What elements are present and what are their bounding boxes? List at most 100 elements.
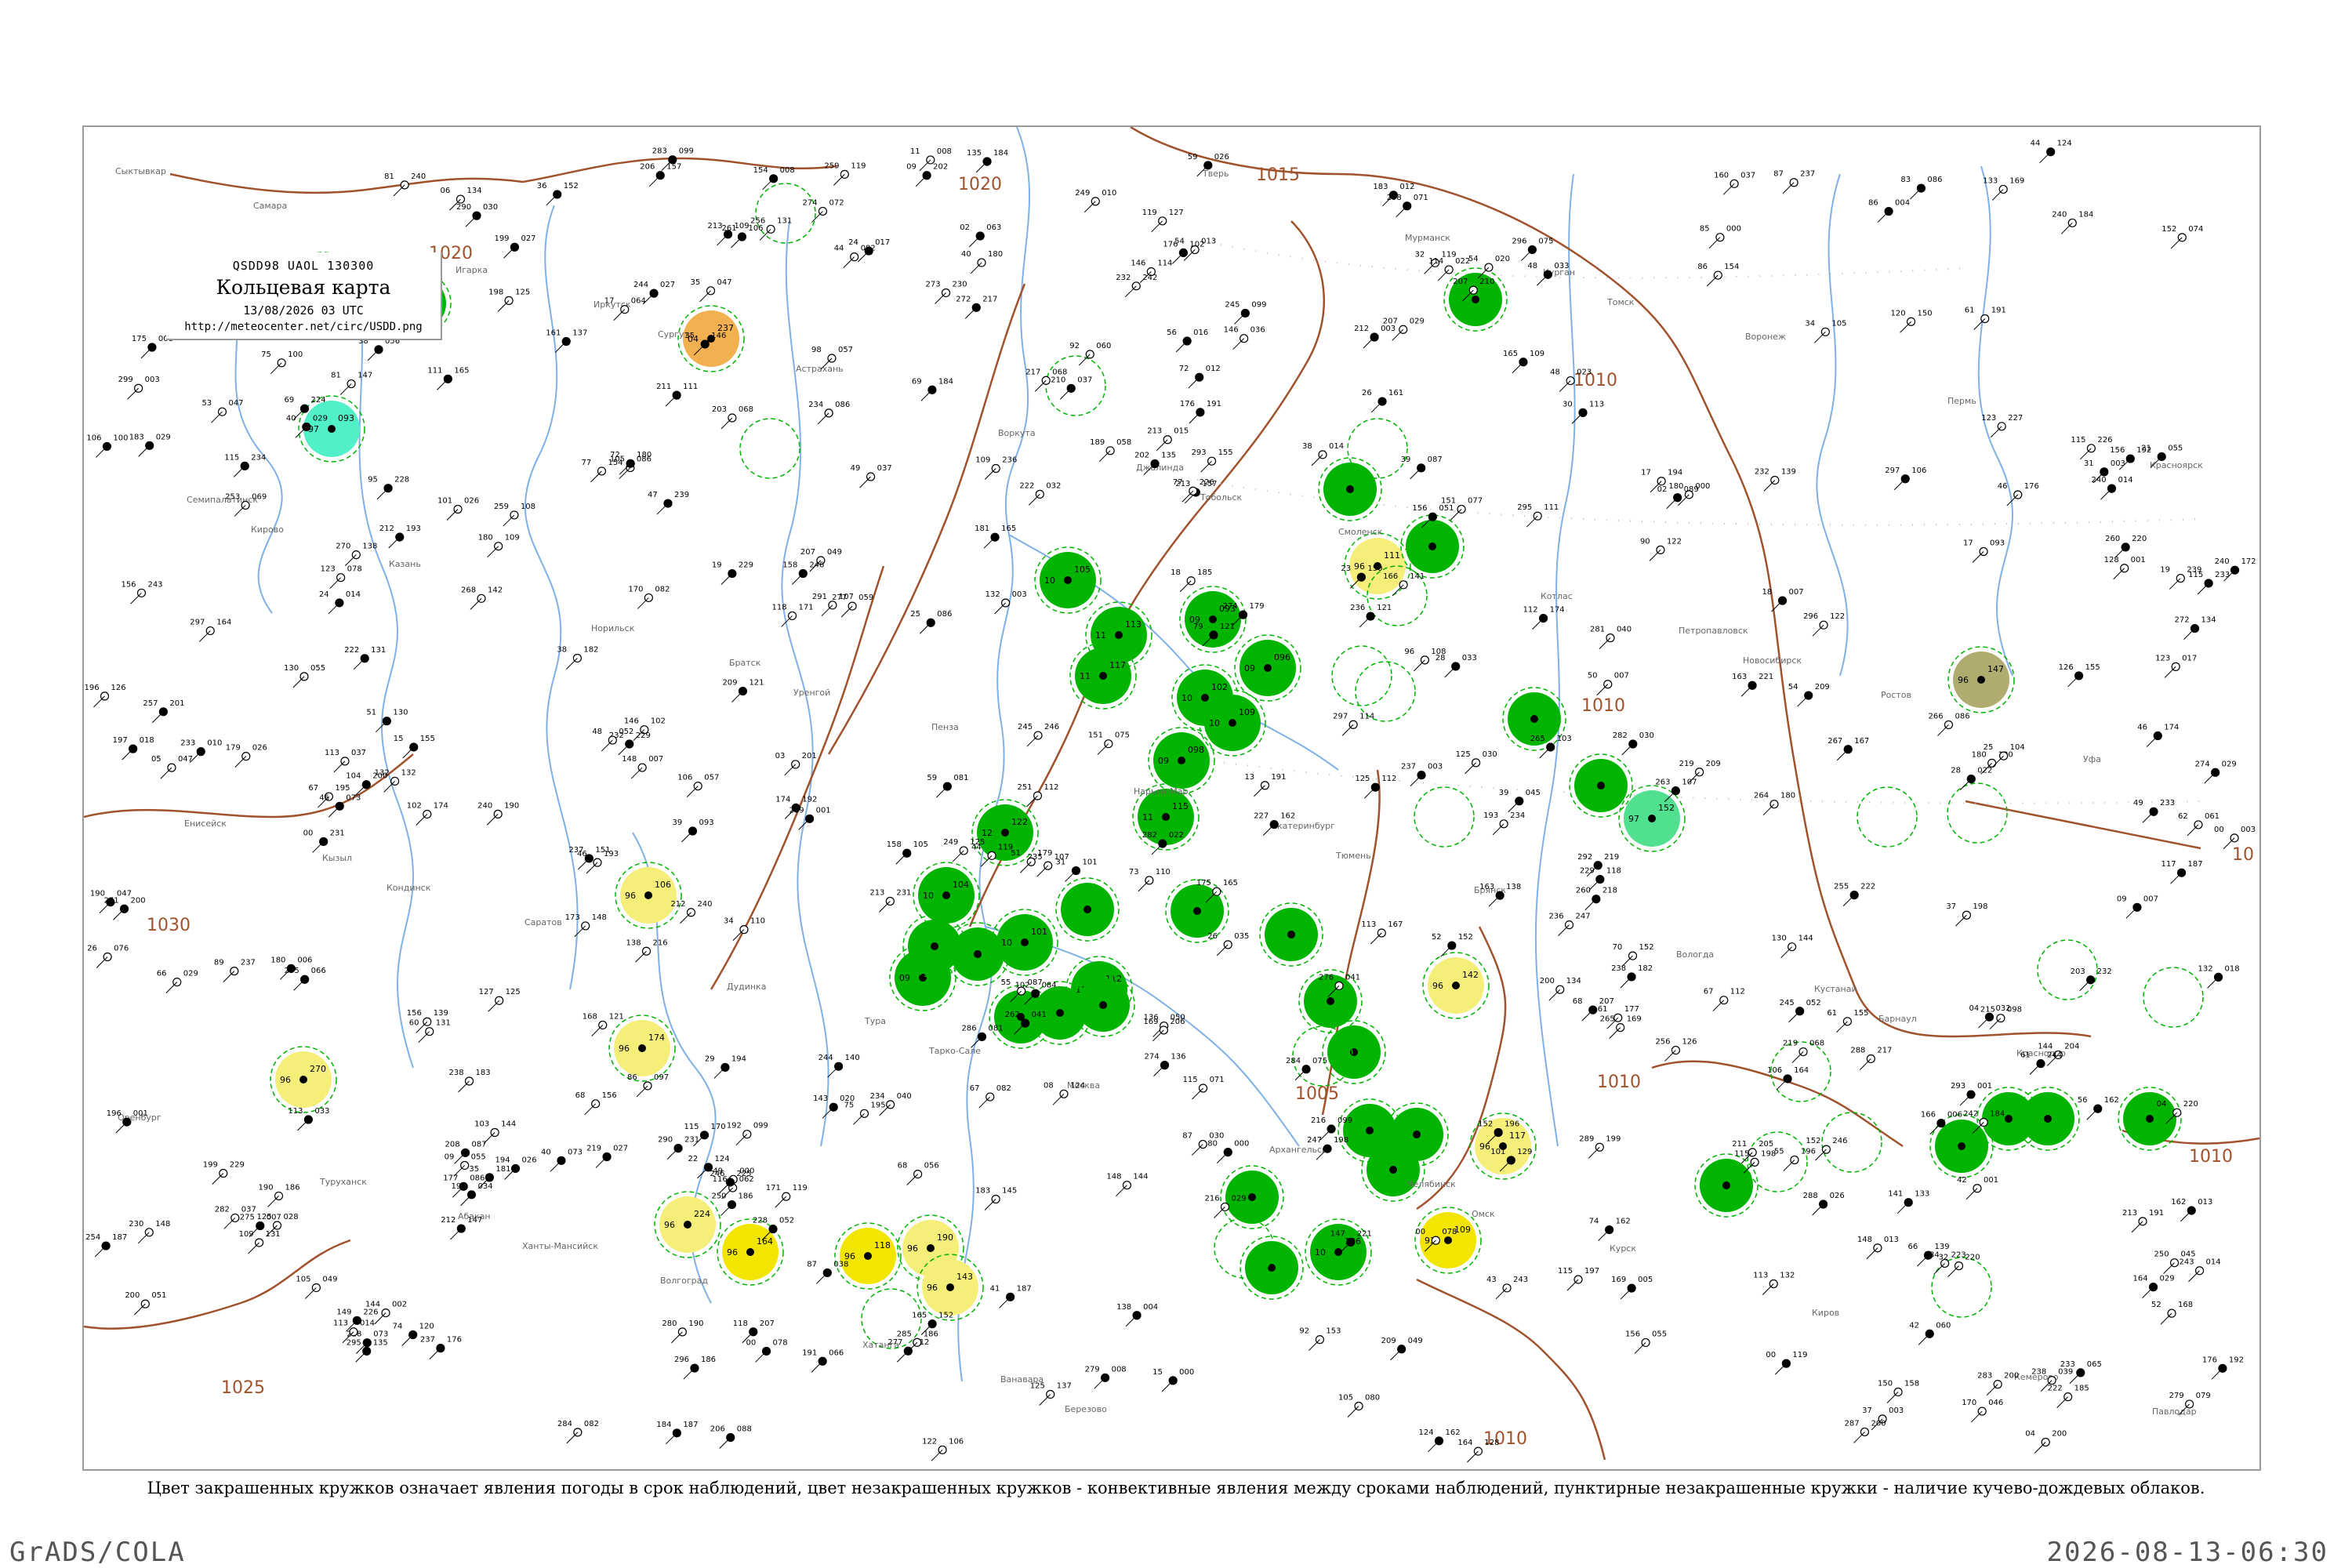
station-marker[interactable]: 109 10	[1199, 689, 1266, 757]
svg-text:26: 26	[87, 945, 97, 953]
station-marker[interactable]	[1055, 877, 1120, 942]
svg-text:215: 215	[1980, 1006, 1995, 1014]
svg-text:030: 030	[1483, 750, 1497, 759]
svg-text:296: 296	[1803, 612, 1818, 621]
station-marker[interactable]: 09309	[1179, 586, 1247, 653]
station-marker[interactable]	[1240, 1236, 1304, 1300]
station-marker[interactable]: 105 10	[1034, 546, 1102, 614]
cb-cloud-ring[interactable]	[755, 183, 816, 244]
svg-text:056: 056	[924, 1162, 939, 1171]
svg-text:001: 001	[1984, 1176, 1998, 1185]
cb-cloud-ring[interactable]	[2037, 939, 2098, 1000]
station-marker[interactable]: 174 96	[608, 1014, 676, 1082]
map-area[interactable]: 1015 1020 1020 1010 1030 1025 1010 1010 …	[82, 125, 2261, 1471]
svg-text:00: 00	[746, 1338, 757, 1347]
station-marker[interactable]	[1259, 902, 1323, 967]
station-marker[interactable]	[1569, 753, 1633, 818]
station-marker[interactable]	[1318, 457, 1382, 521]
svg-text:266: 266	[1928, 712, 1943, 720]
svg-text:04: 04	[1969, 1004, 1979, 1013]
station-marker[interactable]	[1694, 1153, 1759, 1218]
svg-text:049: 049	[827, 548, 842, 557]
station-marker[interactable]: 270 96	[270, 1046, 337, 1113]
station-marker[interactable]: 143 96	[916, 1254, 984, 1321]
station-marker[interactable]	[1220, 1165, 1284, 1229]
svg-text:192: 192	[802, 795, 817, 804]
observation-symbol: 39 087	[1401, 456, 1443, 480]
observation-symbol: 212 003	[1354, 325, 1396, 349]
svg-text:012: 012	[1206, 365, 1221, 373]
station-marker[interactable]	[1322, 1020, 1386, 1084]
pressure-label: 122	[1011, 817, 1028, 827]
cb-cloud-ring[interactable]	[1045, 355, 1106, 416]
observation-symbol: 113 132	[1753, 1271, 1795, 1295]
svg-text:177: 177	[443, 1174, 458, 1182]
svg-text:034: 034	[477, 1182, 492, 1191]
station-marker[interactable]: 147 96	[1947, 646, 2015, 713]
svg-text:282: 282	[1613, 731, 1628, 740]
station-marker[interactable]: 224 96	[654, 1191, 721, 1258]
svg-text:128: 128	[2104, 556, 2119, 564]
observation-symbol: 240 014	[2092, 476, 2133, 500]
svg-text:181: 181	[975, 524, 989, 533]
observation-symbol: 264 180	[1754, 792, 1795, 816]
observation-symbol: 240 190	[477, 801, 519, 826]
svg-text:291: 291	[812, 593, 827, 601]
station-marker[interactable]	[1400, 514, 1465, 579]
pressure-label: 096	[1274, 652, 1290, 662]
station-name: Енисейск	[184, 818, 227, 829]
svg-text:237: 237	[1800, 170, 1815, 179]
svg-text:250: 250	[2154, 1250, 2169, 1259]
svg-text:170: 170	[628, 585, 643, 593]
svg-text:047: 047	[178, 755, 193, 764]
station-marker[interactable]	[2118, 1087, 2182, 1151]
svg-text:18: 18	[1171, 568, 1181, 577]
svg-text:237: 237	[568, 846, 583, 855]
station-marker[interactable]: 11896	[834, 1222, 902, 1290]
station-marker[interactable]: 152 97	[1618, 785, 1686, 852]
observation-symbol: 287 200	[1845, 1419, 1886, 1443]
station-name: Воркута	[998, 428, 1036, 438]
svg-text:127: 127	[1169, 209, 1184, 217]
source-url[interactable]: http://meteocenter.net/circ/USDD.png	[166, 321, 441, 333]
observation-symbol: 69 184	[912, 377, 953, 401]
svg-text:24: 24	[319, 590, 329, 599]
svg-text:245: 245	[1225, 300, 1240, 309]
cb-cloud-ring[interactable]	[1821, 1112, 1882, 1173]
cb-cloud-ring[interactable]	[739, 418, 800, 479]
station-name: Тарко-Сале	[928, 1046, 981, 1056]
cb-cloud-ring[interactable]	[1331, 645, 1392, 706]
svg-text:284: 284	[557, 1420, 572, 1428]
station-name: Пермь	[1947, 396, 1976, 406]
lower-tunguska-river	[1816, 173, 1849, 677]
cb-cloud-ring[interactable]	[1947, 782, 2008, 844]
cb-cloud-ring[interactable]	[1857, 786, 1918, 848]
svg-text:207: 207	[1383, 317, 1398, 325]
observation-symbol: 163 221	[1732, 673, 1773, 697]
cb-cloud-ring[interactable]	[1414, 786, 1475, 848]
observation-symbol: 268 142	[461, 586, 503, 610]
svg-text:156: 156	[121, 580, 136, 589]
svg-text:207: 207	[760, 1319, 775, 1328]
observation-symbol: 112 174	[1523, 606, 1565, 630]
svg-text:251: 251	[1017, 783, 1032, 792]
observation-symbol: 222 185	[2048, 1385, 2089, 1409]
station-marker[interactable]: 142 96	[1422, 952, 1490, 1019]
svg-text:029: 029	[313, 414, 328, 423]
observation-symbol: 213 231	[869, 889, 911, 913]
cb-cloud-ring[interactable]	[2143, 967, 2204, 1028]
svg-text:029: 029	[1410, 317, 1425, 325]
svg-text:169: 169	[2009, 176, 2024, 185]
observation-symbol: 219 027	[586, 1144, 628, 1168]
svg-text:274: 274	[1223, 602, 1238, 611]
station-marker[interactable]: 096 09	[1234, 634, 1301, 702]
svg-text:003: 003	[1428, 763, 1443, 771]
observation-symbol: 80 000	[1207, 1140, 1249, 1163]
station-marker[interactable]: 117 11	[1069, 642, 1137, 710]
station-marker[interactable]: 104 10	[913, 862, 980, 929]
observation-symbol: 170 046	[1962, 1399, 2003, 1423]
station-marker[interactable]: 106 96	[615, 862, 682, 929]
station-marker[interactable]: 098 09	[1148, 727, 1215, 794]
station-marker[interactable]	[2016, 1087, 2080, 1151]
svg-text:206: 206	[710, 1425, 725, 1434]
